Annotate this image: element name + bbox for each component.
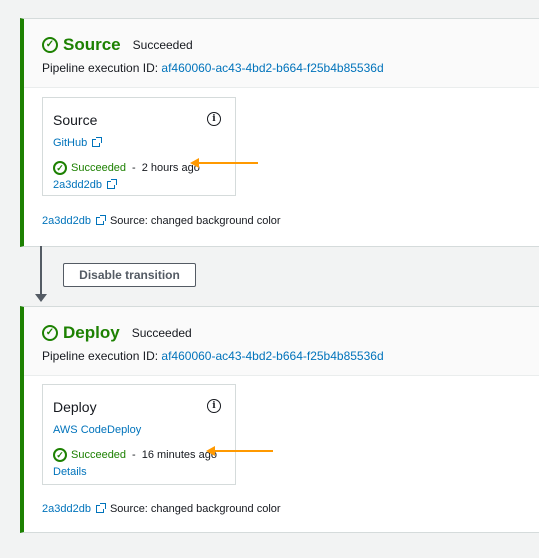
action-title: Source <box>53 112 98 128</box>
annotation-arrow-line <box>214 450 273 452</box>
action-status-text: Succeeded <box>71 162 127 174</box>
check-circle-icon: ✓ <box>42 325 58 341</box>
commit-link[interactable]: 2a3dd2db <box>42 215 91 227</box>
commit-summary: 2a3dd2db Source: changed background colo… <box>42 503 281 515</box>
execution-id-link[interactable]: af460060-ac43-4bd2-b664-f25b4b85536d <box>161 61 383 75</box>
status-separator: - <box>132 449 136 461</box>
provider-link[interactable]: GitHub <box>53 137 87 149</box>
execution-id-link[interactable]: af460060-ac43-4bd2-b664-f25b4b85536d <box>161 349 383 363</box>
info-icon[interactable]: i <box>207 112 221 126</box>
external-link-icon <box>95 215 106 225</box>
commit-link[interactable]: 2a3dd2db <box>42 503 91 515</box>
annotation-arrow-head <box>206 446 215 456</box>
transition-arrow-icon <box>35 294 47 302</box>
external-link-icon <box>106 179 117 189</box>
stage-status: Succeeded <box>131 326 192 340</box>
check-circle-icon: ✓ <box>53 161 67 175</box>
stage-title: Source <box>63 35 121 54</box>
commit-summary: 2a3dd2db Source: changed background colo… <box>42 215 281 227</box>
action-card-deploy: Deploy i AWS CodeDeploy ✓ Succeeded - 16… <box>42 384 236 485</box>
revision-link[interactable]: 2a3dd2db <box>53 179 102 191</box>
action-status: ✓ Succeeded - 16 minutes ago <box>53 448 225 462</box>
stage-header: ✓ Source Succeeded Pipeline execution ID… <box>24 19 539 88</box>
status-separator: - <box>132 162 136 174</box>
info-icon[interactable]: i <box>207 399 221 413</box>
stage-status: Succeeded <box>132 38 193 52</box>
execution-id-label: Pipeline execution ID: <box>42 349 159 363</box>
stage-deploy: ✓ Deploy Succeeded Pipeline execution ID… <box>20 306 539 533</box>
stage-title: Deploy <box>63 323 120 342</box>
transition-line <box>40 246 42 298</box>
check-circle-icon: ✓ <box>53 448 67 462</box>
details-link[interactable]: Details <box>53 466 87 478</box>
action-title: Deploy <box>53 399 97 415</box>
commit-message: Source: changed background color <box>109 503 281 515</box>
stage-source: ✓ Source Succeeded Pipeline execution ID… <box>20 18 539 247</box>
execution-id-label: Pipeline execution ID: <box>42 61 159 75</box>
stage-header: ✓ Deploy Succeeded Pipeline execution ID… <box>24 307 539 376</box>
provider-link[interactable]: AWS CodeDeploy <box>53 424 141 436</box>
annotation-arrow-head <box>190 158 199 168</box>
commit-message: Source: changed background color <box>109 215 281 227</box>
disable-transition-button[interactable]: Disable transition <box>63 263 196 287</box>
action-status-text: Succeeded <box>71 449 127 461</box>
annotation-arrow-line <box>198 162 258 164</box>
external-link-icon <box>95 503 106 513</box>
action-card-source: Source i GitHub ✓ Succeeded - 2 hours ag… <box>42 97 236 196</box>
external-link-icon <box>92 137 103 147</box>
check-circle-icon: ✓ <box>42 37 58 53</box>
